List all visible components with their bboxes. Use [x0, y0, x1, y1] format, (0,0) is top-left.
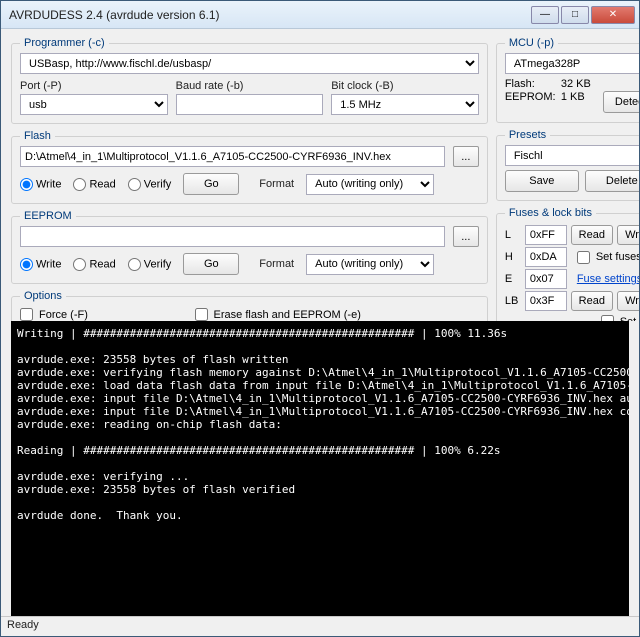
window-title: AVRDUDESS 2.4 (avrdude version 6.1) — [9, 8, 529, 22]
fuse-settings-link[interactable]: Fuse settings — [577, 273, 639, 285]
presets-legend: Presets — [505, 129, 550, 141]
detect-button[interactable]: Detect — [603, 91, 639, 113]
fuses-legend: Fuses & lock bits — [505, 207, 596, 219]
flash-go-button[interactable]: Go — [183, 173, 239, 195]
set-fuses-checkbox[interactable]: Set fuses — [577, 251, 639, 264]
options-legend: Options — [20, 290, 66, 302]
options-group: Options Force (-F) Disable verify (-V) D… — [11, 290, 488, 321]
fuse-lb-input[interactable] — [525, 291, 567, 311]
programmer-select[interactable]: USBasp, http://www.fischl.de/usbasp/ — [20, 53, 479, 74]
eeprom-legend: EEPROM — [20, 210, 76, 222]
eeprom-path-input[interactable] — [20, 226, 445, 247]
programmer-legend: Programmer (-c) — [20, 37, 109, 49]
status-bar: Ready — [1, 616, 639, 636]
fuse-h-label: H — [505, 251, 521, 263]
fuse-lb-write-button[interactable]: Write — [617, 291, 639, 311]
port-label: Port (-P) — [20, 80, 168, 92]
close-button[interactable]: ✕ — [591, 6, 635, 24]
port-select[interactable]: usb — [20, 94, 168, 115]
flash-legend: Flash — [20, 130, 55, 142]
flash-read-radio[interactable]: Read — [73, 178, 115, 191]
app-window: AVRDUDESS 2.4 (avrdude version 6.1) — □ … — [0, 0, 640, 637]
flash-write-radio[interactable]: Write — [20, 178, 61, 191]
baud-label: Baud rate (-b) — [176, 80, 324, 92]
eeprom-read-radio[interactable]: Read — [73, 258, 115, 271]
mcu-flash-value: 32 KB — [561, 78, 591, 90]
fuse-l-input[interactable] — [525, 225, 567, 245]
mcu-select[interactable]: ATmega328P — [505, 53, 639, 74]
eeprom-verify-radio[interactable]: Verify — [128, 258, 172, 271]
mcu-group: MCU (-p) ATmega328P Flash:32 KB EEPROM:1… — [496, 37, 639, 123]
flash-format-select[interactable]: Auto (writing only) — [306, 174, 434, 195]
mcu-flash-label: Flash: — [505, 78, 561, 90]
flash-format-label: Format — [259, 178, 294, 190]
maximize-button[interactable]: □ — [561, 6, 589, 24]
force-checkbox[interactable]: Force (-F) — [20, 308, 155, 321]
eeprom-write-radio[interactable]: Write — [20, 258, 61, 271]
fuse-lb-label: LB — [505, 295, 521, 307]
fuse-e-label: E — [505, 273, 521, 285]
minimize-button[interactable]: — — [531, 6, 559, 24]
fuse-l-label: L — [505, 229, 521, 241]
eeprom-go-button[interactable]: Go — [183, 253, 239, 275]
presets-group: Presets Fischl Save Delete — [496, 129, 639, 201]
erase-all-checkbox[interactable]: Erase flash and EEPROM (-e) — [195, 308, 361, 321]
bitclock-label: Bit clock (-B) — [331, 80, 479, 92]
eeprom-format-select[interactable]: Auto (writing only) — [306, 254, 434, 275]
presets-select[interactable]: Fischl — [505, 145, 639, 166]
flash-verify-radio[interactable]: Verify — [128, 178, 172, 191]
fuses-group: Fuses & lock bits L Read Write H Set fus… — [496, 207, 639, 321]
mcu-legend: MCU (-p) — [505, 37, 558, 49]
mcu-eeprom-value: 1 KB — [561, 91, 603, 113]
titlebar: AVRDUDESS 2.4 (avrdude version 6.1) — □ … — [1, 1, 639, 29]
flash-group: Flash ... Write Read Verify Go Format Au… — [11, 130, 488, 204]
fuse-lb-read-button[interactable]: Read — [571, 291, 613, 311]
flash-browse-button[interactable]: ... — [453, 146, 479, 167]
fuse-l-write-button[interactable]: Write — [617, 225, 639, 245]
fuse-h-input[interactable] — [525, 247, 567, 267]
preset-delete-button[interactable]: Delete — [585, 170, 639, 192]
eeprom-format-label: Format — [259, 258, 294, 270]
console-output: Writing | ##############################… — [11, 321, 629, 617]
bitclock-select[interactable]: 1.5 MHz — [331, 94, 479, 115]
eeprom-browse-button[interactable]: ... — [453, 226, 479, 247]
flash-path-input[interactable] — [20, 146, 445, 167]
mcu-eeprom-label: EEPROM: — [505, 91, 561, 113]
fuse-e-input[interactable] — [525, 269, 567, 289]
fuse-l-read-button[interactable]: Read — [571, 225, 613, 245]
status-text: Ready — [7, 619, 39, 631]
eeprom-group: EEPROM ... Write Read Verify Go Format A… — [11, 210, 488, 284]
preset-save-button[interactable]: Save — [505, 170, 579, 192]
baud-input[interactable] — [176, 94, 324, 115]
programmer-group: Programmer (-c) USBasp, http://www.fisch… — [11, 37, 488, 124]
